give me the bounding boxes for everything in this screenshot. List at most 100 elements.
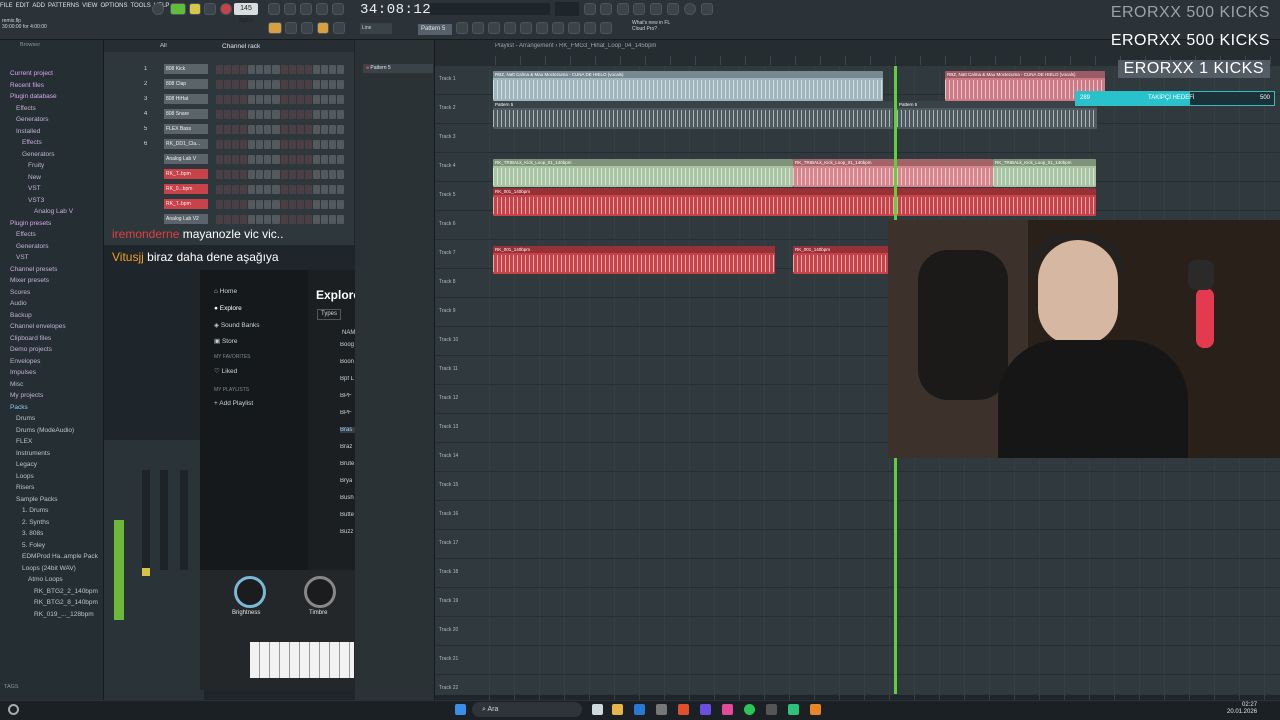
preset-item[interactable]: Bush — [340, 495, 354, 501]
nav-home[interactable]: ⌂ Home — [214, 288, 237, 295]
menu-options[interactable]: OPTIONS — [100, 3, 127, 9]
master-fader[interactable] — [142, 470, 150, 570]
instagram-icon[interactable] — [722, 704, 733, 715]
browser-item[interactable]: Legacy — [16, 461, 37, 468]
browser-item[interactable]: Misc — [10, 381, 23, 388]
nav-sound-banks[interactable]: ◈ Sound Banks — [214, 321, 259, 329]
menu-edit[interactable]: EDIT — [16, 3, 30, 9]
track-label[interactable]: Track 3 — [439, 134, 455, 140]
paint-icon[interactable] — [317, 22, 329, 34]
browser-item[interactable]: Installed — [16, 128, 40, 135]
browser-item[interactable]: Drums — [16, 415, 35, 422]
tag-icon[interactable] — [584, 22, 596, 34]
view-icon[interactable] — [472, 22, 484, 34]
playlist-clip[interactable]: RK_001_140bpm — [793, 246, 888, 274]
brightness-knob[interactable] — [234, 576, 266, 608]
browser-item[interactable]: Envelopes — [10, 358, 40, 365]
track-label[interactable]: Track 17 — [439, 540, 458, 546]
pause-icon[interactable] — [189, 3, 201, 15]
channel-name-button[interactable]: FLEX Bass — [164, 124, 208, 134]
piano-roll-icon[interactable] — [520, 22, 532, 34]
snap-selector[interactable]: Line — [360, 23, 392, 34]
pattern-song-toggle[interactable] — [170, 3, 186, 15]
metronome-icon[interactable] — [152, 3, 164, 15]
track-label[interactable]: Track 12 — [439, 395, 458, 401]
browser-item[interactable]: Generators — [16, 243, 49, 250]
preset-item[interactable]: Butte — [340, 512, 354, 518]
track-label[interactable]: Track 22 — [439, 685, 458, 691]
fader-handle[interactable] — [142, 568, 150, 576]
menu-tools[interactable]: TOOLS — [131, 3, 151, 9]
settings-icon[interactable] — [701, 3, 713, 15]
channel-row[interactable]: 5 FLEX Bass — [108, 124, 346, 136]
browser-item[interactable]: Audio — [10, 300, 27, 307]
browser-item[interactable]: Clipboard files — [10, 335, 51, 342]
channel-name-button[interactable]: 808 HiHat — [164, 94, 208, 104]
nav-store[interactable]: ▣ Store — [214, 337, 238, 345]
file-explorer-icon[interactable] — [612, 704, 623, 715]
track-label[interactable]: Track 2 — [439, 105, 455, 111]
help-icon[interactable] — [650, 3, 662, 15]
browser-item[interactable]: Risers — [16, 484, 34, 491]
insert-fader[interactable] — [180, 470, 188, 570]
channel-name-button[interactable]: 808 Kick — [164, 64, 208, 74]
browser-item[interactable]: Atmo Loops — [28, 576, 63, 583]
browser-item[interactable]: RK_BTG2_8_140bpm — [34, 599, 98, 606]
track-label[interactable]: Track 14 — [439, 453, 458, 459]
preset-item[interactable]: Boon — [340, 359, 354, 365]
preset-item[interactable]: Buzz — [340, 529, 353, 535]
record-icon[interactable] — [220, 3, 232, 15]
track-lane[interactable]: Track 17 — [435, 530, 1280, 559]
pencil-icon[interactable] — [301, 22, 313, 34]
playlist-clip[interactable]: Pattern 5 — [897, 101, 1097, 129]
channel-name-button[interactable]: RK_T..bpm — [164, 169, 208, 179]
fl-studio-icon[interactable] — [810, 704, 821, 715]
preset-item[interactable]: Boog — [340, 342, 354, 348]
loop-icon[interactable] — [284, 3, 296, 15]
channel-row[interactable]: 3 808 HiHat — [108, 94, 346, 106]
browser-item[interactable]: Effects — [16, 231, 36, 238]
browser-item[interactable]: Mixer presets — [10, 277, 49, 284]
steam-icon[interactable] — [766, 704, 777, 715]
tempo-display[interactable]: 145 bpm — [234, 3, 258, 24]
nav-liked[interactable]: ♡ Liked — [214, 367, 237, 375]
track-label[interactable]: Track 13 — [439, 424, 458, 430]
track-lane[interactable]: Track 16 — [435, 501, 1280, 530]
browser-item[interactable]: 2. Synths — [22, 519, 49, 526]
timbre-knob[interactable] — [304, 576, 336, 608]
types-button[interactable]: Types — [317, 309, 341, 320]
browser-item[interactable]: My projects — [10, 392, 43, 399]
store-icon[interactable] — [656, 704, 667, 715]
preset-item[interactable]: Brute — [340, 461, 354, 467]
browser-item[interactable]: Fruity — [28, 162, 44, 169]
mic-icon[interactable] — [617, 3, 629, 15]
keyboard[interactable] — [250, 642, 354, 678]
channel-row[interactable]: RK_T..bpm — [108, 169, 346, 181]
channel-name-button[interactable]: RK_T..bpm — [164, 199, 208, 209]
undo-icon[interactable] — [316, 3, 328, 15]
browser-icon[interactable] — [667, 3, 679, 15]
channel-name-button[interactable]: Analog Lab V — [164, 154, 208, 164]
playlist-clip[interactable]: RK_001_140bpm — [493, 188, 1096, 216]
widget-icon[interactable] — [8, 704, 19, 715]
menu-add[interactable]: ADD — [32, 3, 45, 9]
track-label[interactable]: Track 18 — [439, 569, 458, 575]
insert-fader[interactable] — [160, 470, 168, 570]
browser-item[interactable]: 3. 808s — [22, 530, 43, 537]
clock[interactable]: 02:27 20.01.2026 — [1227, 702, 1257, 716]
channel-name-button[interactable]: RK_0...bpm — [164, 184, 208, 194]
track-lane[interactable]: Track 21 — [435, 646, 1280, 675]
step-sequencer[interactable] — [216, 95, 344, 104]
track-label[interactable]: Track 11 — [439, 366, 458, 372]
channel-name-button[interactable]: 808 Snare — [164, 109, 208, 119]
browser-item[interactable]: Current project — [10, 70, 53, 77]
browser-item[interactable]: Recent files — [10, 82, 44, 89]
channel-name-button[interactable]: Analog Lab V2 — [164, 214, 208, 224]
browser-item[interactable]: Plugin presets — [10, 220, 51, 227]
windows-start-icon[interactable] — [455, 704, 466, 715]
preset-item[interactable]: Braz — [340, 444, 352, 450]
browser-item[interactable]: Channel envelopes — [10, 323, 66, 330]
nav-explore[interactable]: ● Explore — [214, 305, 242, 312]
pattern-item[interactable]: ■ Pattern 5 — [363, 64, 433, 73]
browser-item[interactable]: Effects — [22, 139, 42, 146]
